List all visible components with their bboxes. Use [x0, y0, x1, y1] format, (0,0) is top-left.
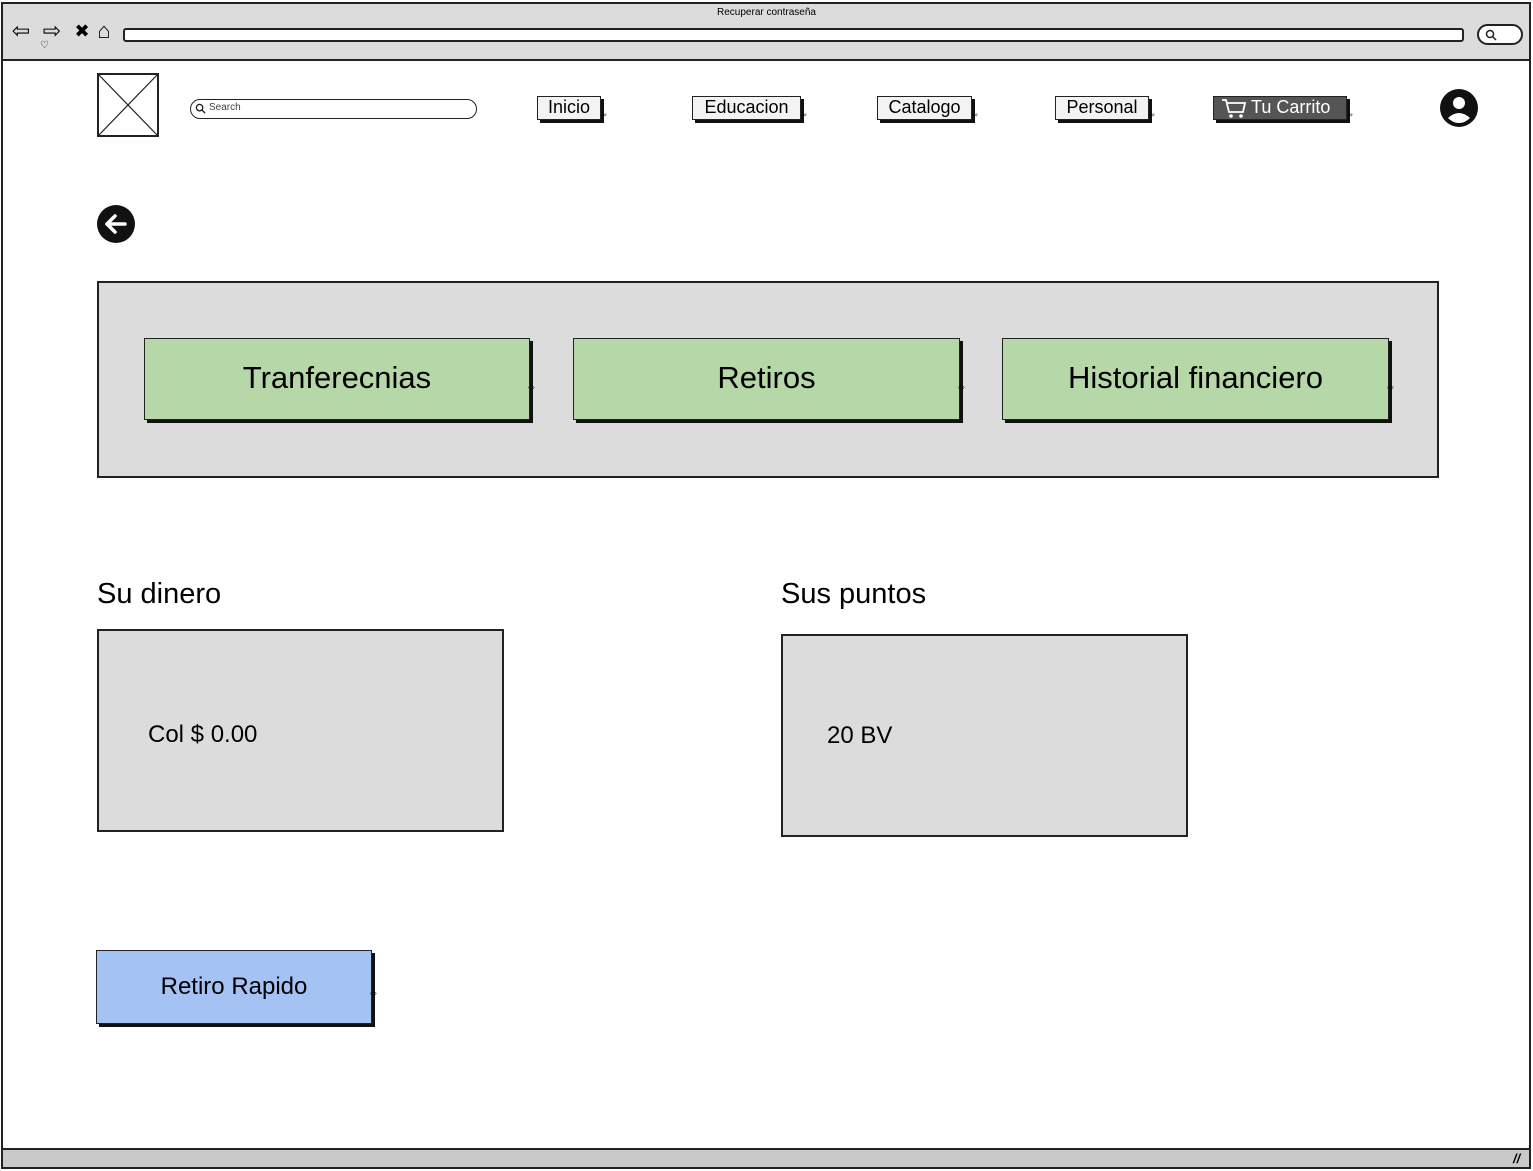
link-arrow-icon: ⇨ — [1387, 383, 1394, 392]
historial-financiero-label: Historial financiero — [1068, 360, 1323, 395]
window-title: Recuperar contraseña — [717, 7, 816, 18]
link-arrow-icon: ⇨ — [801, 112, 807, 119]
address-bar[interactable] — [123, 28, 1464, 42]
link-arrow-icon: ⇨ — [972, 112, 978, 119]
status-bar — [3, 1148, 1529, 1167]
search-icon — [195, 103, 206, 114]
cart-icon — [1222, 99, 1247, 118]
user-avatar-icon[interactable] — [1439, 88, 1479, 128]
browser-search-button[interactable] — [1477, 24, 1523, 45]
points-balance-card: 20 BV — [781, 634, 1188, 837]
points-balance-value: 20 BV — [827, 722, 893, 749]
money-balance-value: Col $ 0.00 — [148, 721, 258, 748]
browser-stop-icon[interactable]: ✖ — [70, 18, 94, 44]
resize-grip-icon[interactable]: // — [1513, 1151, 1520, 1166]
money-section-title: Su dinero — [97, 578, 222, 610]
nav-cart-label: Tu Carrito — [1251, 97, 1331, 117]
nav-cart-button[interactable]: Tu Carrito ⇨ — [1213, 96, 1353, 120]
quick-withdraw-button[interactable]: Retiro Rapido ⇨ — [96, 950, 377, 1024]
nav-personal-label: Personal — [1066, 97, 1138, 117]
nav-catalogo-label: Catalogo — [888, 97, 961, 117]
search-icon — [1485, 29, 1497, 41]
back-arrow-icon[interactable] — [96, 204, 136, 244]
nav-educacion-label: Educacion — [704, 97, 789, 117]
nav-inicio-label: Inicio — [547, 97, 591, 117]
money-balance-card: Col $ 0.00 — [97, 629, 504, 832]
link-arrow-icon: ⇨ — [370, 989, 377, 998]
quick-withdraw-label: Retiro Rapido — [160, 973, 308, 1000]
favorite-icon[interactable]: ♡ — [40, 40, 49, 51]
transferencias-label: Tranferecnias — [242, 360, 432, 395]
search-placeholder: Search — [209, 102, 241, 113]
image-placeholder-icon — [97, 73, 159, 137]
nav-personal-button[interactable]: Personal ⇨ — [1055, 96, 1155, 120]
link-arrow-icon: ⇨ — [1149, 112, 1155, 119]
nav-inicio-button[interactable]: Inicio ⇨ — [537, 96, 607, 120]
transferencias-button[interactable]: Tranferecnias ⇨ — [144, 338, 535, 420]
search-input[interactable]: Search — [190, 99, 477, 119]
link-arrow-icon: ⇨ — [601, 112, 607, 119]
link-arrow-icon: ⇨ — [958, 383, 965, 392]
retiros-button[interactable]: Retiros ⇨ — [573, 338, 965, 420]
nav-catalogo-button[interactable]: Catalogo ⇨ — [877, 96, 978, 120]
link-arrow-icon: ⇨ — [528, 383, 535, 392]
browser-back-icon[interactable]: ⇦ — [9, 18, 33, 44]
retiros-label: Retiros — [717, 360, 816, 395]
points-section-title: Sus puntos — [781, 578, 927, 610]
nav-educacion-button[interactable]: Educacion ⇨ — [692, 96, 807, 120]
link-arrow-icon: ⇨ — [1347, 112, 1353, 119]
browser-home-icon[interactable]: ⌂ — [92, 18, 116, 44]
historial-financiero-button[interactable]: Historial financiero ⇨ — [1002, 338, 1394, 420]
